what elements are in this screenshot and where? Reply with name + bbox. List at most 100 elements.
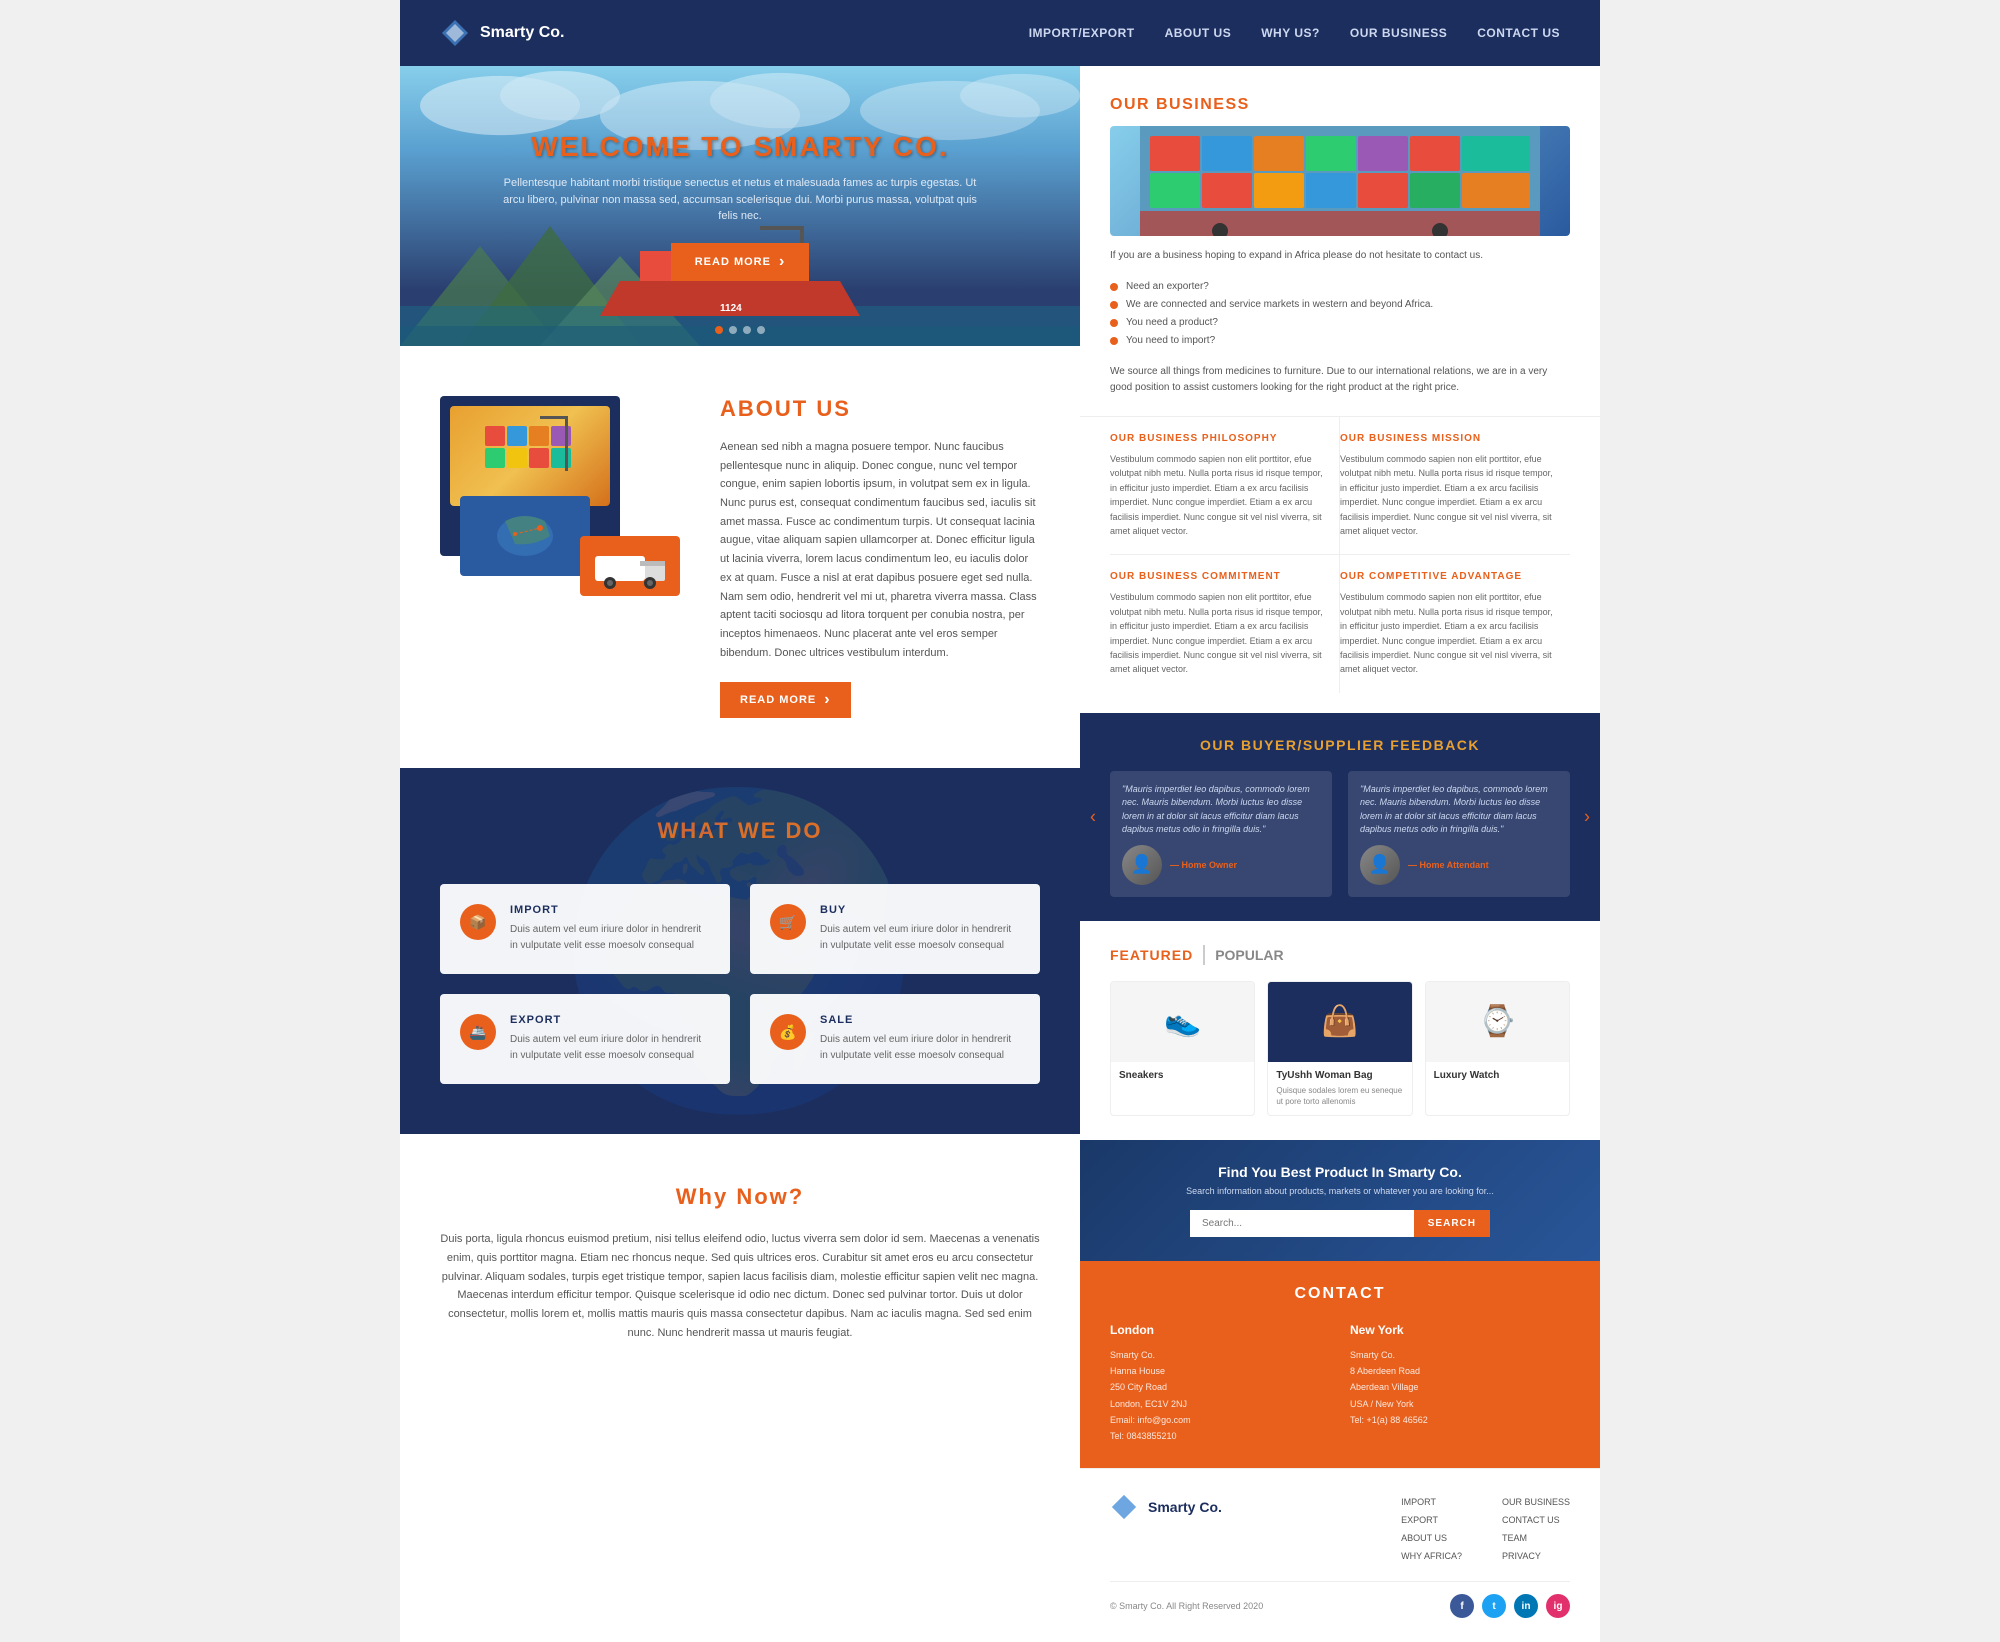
nav-item-import-export[interactable]: IMPORT/EXPORT — [1029, 24, 1135, 42]
hero-dot-1[interactable] — [715, 326, 723, 334]
export-desc: Duis autem vel eum iriure dolor in hendr… — [510, 1032, 710, 1064]
testimonial-1-author: — Home Owner — [1170, 860, 1237, 870]
footer-link-about[interactable]: ABOUT US — [1401, 1529, 1462, 1547]
about-truck-image — [580, 536, 680, 596]
hero-read-more-button[interactable]: READ MORE — [671, 243, 810, 281]
hero-title: WELCOME TO SMARTY CO. — [500, 131, 980, 163]
product-sneakers-info: Sneakers — [1111, 1062, 1254, 1093]
hero-section: 1124 WELCOME TO SMARTY CO. Pellentesque … — [400, 66, 1080, 346]
bullet-dot — [1110, 301, 1118, 309]
contact-london-info: Smarty Co. Hanna House 250 City Road Lon… — [1110, 1347, 1330, 1444]
bullet-1: Need an exporter? — [1110, 278, 1570, 296]
footer-link-contact[interactable]: CONTACT US — [1502, 1511, 1570, 1529]
contact-newyork-info: Smarty Co. 8 Aberdeen Road Aberdean Vill… — [1350, 1347, 1570, 1428]
why-now-text: Duis porta, ligula rhoncus euismod preti… — [440, 1230, 1040, 1342]
hero-dot-4[interactable] — [757, 326, 765, 334]
bullet-4: You need to import? — [1110, 332, 1570, 350]
featured-label[interactable]: FEATURED — [1110, 947, 1193, 963]
testimonial-1-text: "Mauris imperdiet leo dapibus, commodo l… — [1122, 783, 1320, 837]
contact-london-city: London — [1110, 1323, 1330, 1337]
business-advantage: OUR COMPETITIVE ADVANTAGE Vestibulum com… — [1340, 555, 1570, 692]
buy-icon: 🛒 — [770, 904, 806, 940]
service-import: 📦 IMPORT Duis autem vel eum iriure dolor… — [440, 884, 730, 974]
testimonials-section: OUR BUYER/SUPPLIER FEEDBACK ‹ "Mauris im… — [1080, 713, 1600, 921]
philosophy-title: OUR BUSINESS PHILOSOPHY — [1110, 433, 1323, 444]
featured-products: 👟 Sneakers 👜 TyUshh Woman Bag Quisque so… — [1110, 981, 1570, 1116]
business-mission: OUR BUSINESS MISSION Vestibulum commodo … — [1340, 417, 1570, 555]
testimonials-row: ‹ "Mauris imperdiet leo dapibus, commodo… — [1110, 771, 1570, 897]
twitter-icon[interactable]: t — [1482, 1594, 1506, 1618]
logo-icon — [440, 18, 470, 48]
nav-item-contact[interactable]: CONTACT US — [1477, 24, 1560, 42]
hero-content: WELCOME TO SMARTY CO. Pellentesque habit… — [500, 131, 980, 281]
cargo-containers-svg — [1110, 126, 1570, 236]
footer-copyright: © Smarty Co. All Right Reserved 2020 — [1110, 1601, 1263, 1611]
advantage-title: OUR COMPETITIVE ADVANTAGE — [1340, 571, 1554, 582]
footer-link-why-africa[interactable]: WHY AFRICA? — [1401, 1547, 1462, 1565]
hero-pagination — [715, 326, 765, 334]
map-svg — [485, 506, 565, 566]
footer-link-export[interactable]: EXPORT — [1401, 1511, 1462, 1529]
find-product-input[interactable] — [1190, 1210, 1414, 1237]
find-product-section: Find You Best Product In Smarty Co. Sear… — [1080, 1140, 1600, 1261]
footer: Smarty Co. IMPORT EXPORT ABOUT US WHY AF… — [1080, 1468, 1600, 1642]
service-export: 🚢 EXPORT Duis autem vel eum iriure dolor… — [440, 994, 730, 1084]
nav-item-about[interactable]: ABOUT US — [1165, 24, 1232, 42]
product-bag[interactable]: 👜 TyUshh Woman Bag Quisque sodales lorem… — [1267, 981, 1412, 1116]
nav-item-our-business[interactable]: OUR BUSINESS — [1350, 24, 1447, 42]
contact-section: CONTACT London Smarty Co. Hanna House 25… — [1080, 1261, 1600, 1468]
contact-columns: London Smarty Co. Hanna House 250 City R… — [1110, 1323, 1570, 1444]
footer-link-import[interactable]: IMPORT — [1401, 1493, 1462, 1511]
product-sneakers[interactable]: 👟 Sneakers — [1110, 981, 1255, 1116]
about-cargo-image — [450, 406, 610, 506]
philosophy-text: Vestibulum commodo sapien non elit portt… — [1110, 452, 1323, 538]
about-map-image — [460, 496, 590, 576]
hero-dot-2[interactable] — [729, 326, 737, 334]
about-title: ABOUT US — [720, 396, 1040, 422]
product-watch-image: ⌚ — [1426, 982, 1569, 1062]
testimonial-next-button[interactable]: › — [1584, 806, 1590, 827]
testimonial-2-author: — Home Attendant — [1408, 860, 1489, 870]
footer-link-team[interactable]: TEAM — [1502, 1529, 1570, 1547]
find-product-search-button[interactable]: SEARCH — [1414, 1210, 1490, 1237]
truck-svg — [590, 541, 670, 591]
footer-link-privacy[interactable]: PRIVACY — [1502, 1547, 1570, 1565]
footer-link-our-business[interactable]: OUR BUSINESS — [1502, 1493, 1570, 1511]
popular-label[interactable]: POPULAR — [1215, 947, 1283, 963]
commitment-text: Vestibulum commodo sapien non elit portt… — [1110, 590, 1323, 676]
export-name: EXPORT — [510, 1014, 710, 1026]
cargo-svg — [480, 416, 580, 496]
product-bag-desc: Quisque sodales lorem eu seneque ut pore… — [1276, 1085, 1403, 1107]
linkedin-icon[interactable]: in — [1514, 1594, 1538, 1618]
instagram-icon[interactable]: ig — [1546, 1594, 1570, 1618]
mission-title: OUR BUSINESS MISSION — [1340, 433, 1554, 444]
testimonial-2-avatar: 👤 — [1360, 845, 1400, 885]
logo[interactable]: Smarty Co. — [440, 18, 564, 48]
footer-logo-text: Smarty Co. — [1148, 1499, 1222, 1515]
buy-desc: Duis autem vel eum iriure dolor in hendr… — [820, 922, 1020, 954]
footer-nav: IMPORT EXPORT ABOUT US WHY AFRICA? OUR B… — [1401, 1493, 1570, 1565]
hero-dot-3[interactable] — [743, 326, 751, 334]
product-sneakers-image: 👟 — [1111, 982, 1254, 1062]
nav-item-why-us[interactable]: WHY US? — [1261, 24, 1320, 42]
cargo-hero-image — [1110, 126, 1570, 236]
business-footer-text: We source all things from medicines to f… — [1110, 364, 1570, 396]
logo-text: Smarty Co. — [480, 24, 564, 42]
about-section: ABOUT US Aenean sed nibh a magna posuere… — [400, 346, 1080, 768]
product-watch[interactable]: ⌚ Luxury Watch — [1425, 981, 1570, 1116]
product-sneakers-name: Sneakers — [1119, 1070, 1246, 1081]
hero-subtitle: Pellentesque habitant morbi tristique se… — [500, 175, 980, 225]
sale-name: SALE — [820, 1014, 1020, 1026]
featured-header: FEATURED POPULAR — [1110, 945, 1570, 965]
why-now-title: Why Now? — [440, 1184, 1040, 1210]
about-read-more-button[interactable]: READ MORE — [720, 682, 851, 718]
product-bag-info: TyUshh Woman Bag Quisque sodales lorem e… — [1268, 1062, 1411, 1115]
featured-section: FEATURED POPULAR 👟 Sneakers 👜 TyUsh — [1080, 921, 1600, 1140]
footer-logo[interactable]: Smarty Co. — [1110, 1493, 1222, 1521]
facebook-icon[interactable]: f — [1450, 1594, 1474, 1618]
testimonial-prev-button[interactable]: ‹ — [1090, 806, 1096, 827]
business-philosophy: OUR BUSINESS PHILOSOPHY Vestibulum commo… — [1110, 417, 1340, 555]
mission-text: Vestibulum commodo sapien non elit portt… — [1340, 452, 1554, 538]
about-content: ABOUT US Aenean sed nibh a magna posuere… — [720, 396, 1040, 718]
find-product-content: Find You Best Product In Smarty Co. Sear… — [1110, 1164, 1570, 1237]
